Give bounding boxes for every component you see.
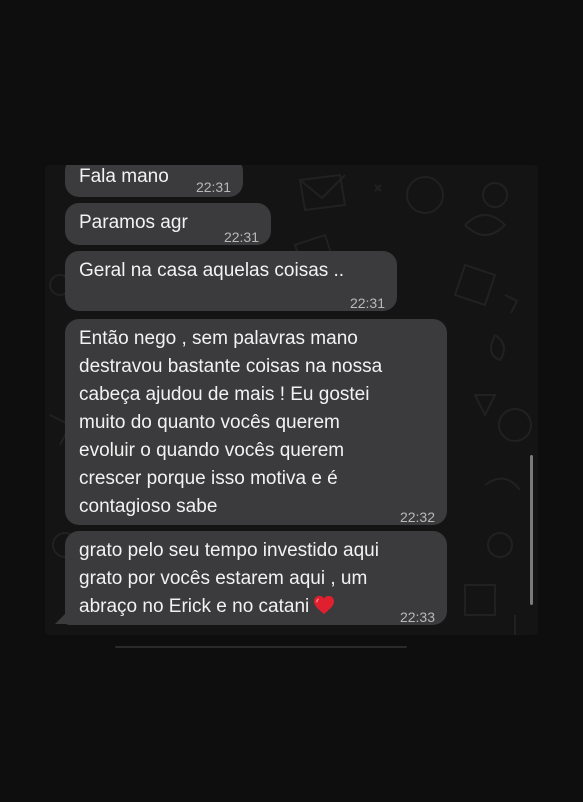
message-text-line: grato por vocês estarem aqui , um	[79, 568, 368, 589]
message-text-line: destravou bastante coisas na nossa	[79, 356, 383, 377]
message-text-line: abraço no Erick e no catani	[79, 596, 310, 617]
message-text: Paramos agr	[79, 212, 188, 233]
bottom-divider	[115, 646, 407, 648]
message-text-line: muito do quanto vocês querem	[79, 412, 340, 433]
scrollbar[interactable]	[530, 455, 533, 605]
message-text: Geral na casa aquelas coisas ..	[79, 260, 345, 281]
message-time: 22:33	[399, 609, 435, 625]
message-bubble[interactable]: Geral na casa aquelas coisas .. 22:31	[65, 251, 397, 311]
message-text-line: Então nego , sem palavras mano	[79, 328, 358, 349]
message-text-last: abraço no Erick e no catani	[79, 593, 335, 621]
message-time: 22:32	[399, 509, 435, 525]
message-time: 22:31	[195, 179, 231, 195]
heart-emoji-icon	[314, 595, 335, 615]
message-bubble[interactable]: grato pelo seu tempo investido aqui grat…	[65, 531, 447, 625]
message-time: 22:31	[223, 229, 259, 245]
message-bubble[interactable]: Paramos agr 22:31	[65, 203, 271, 245]
message-bubble[interactable]: Então nego , sem palavras mano destravou…	[65, 319, 447, 525]
message-text: Fala mano	[79, 166, 169, 187]
message-bubble[interactable]: Fala mano 22:31	[65, 165, 243, 197]
message-text-line: evoluir o quando vocês querem	[79, 440, 345, 461]
message-text-line: grato pelo seu tempo investido aqui	[79, 540, 379, 561]
message-time: 22:31	[349, 295, 385, 311]
message-text-line: crescer porque isso motiva e é	[79, 468, 338, 489]
message-text-line: contagioso sabe	[79, 496, 218, 517]
message-text-line: cabeça ajudou de mais ! Eu gostei	[79, 384, 370, 405]
chat-screen: online Fala mano 22:31 Paramos agr 22:31…	[45, 165, 538, 635]
